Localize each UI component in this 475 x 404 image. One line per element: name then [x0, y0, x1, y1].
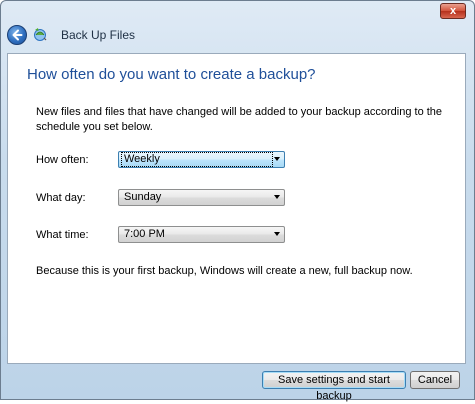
page-heading: How often do you want to create a backup…	[27, 66, 316, 83]
how-often-label: How often:	[36, 154, 89, 166]
backup-icon	[34, 28, 47, 41]
close-icon: x	[449, 5, 457, 17]
chevron-down-icon	[274, 232, 280, 236]
how-often-select[interactable]: Weekly	[118, 151, 285, 168]
what-day-value: Sunday	[124, 191, 162, 203]
what-time-select[interactable]: 7:00 PM	[118, 226, 285, 243]
what-time-label: What time:	[36, 229, 89, 241]
back-button[interactable]	[7, 25, 27, 45]
chevron-down-icon	[274, 157, 280, 161]
cancel-button[interactable]: Cancel	[410, 371, 460, 389]
what-day-select[interactable]: Sunday	[118, 189, 285, 206]
what-day-label: What day:	[36, 192, 86, 204]
what-time-value: 7:00 PM	[124, 228, 165, 240]
content-panel	[7, 53, 466, 364]
close-button[interactable]: x	[440, 3, 466, 19]
save-and-start-backup-button[interactable]: Save settings and start backup	[262, 371, 406, 402]
description-text: New files and files that have changed wi…	[36, 106, 443, 133]
first-backup-note: Because this is your first backup, Windo…	[36, 265, 413, 277]
back-arrow-icon	[12, 29, 23, 41]
how-often-value: Weekly	[121, 152, 273, 167]
window-title: Back Up Files	[61, 28, 136, 42]
chevron-down-icon	[274, 195, 280, 199]
